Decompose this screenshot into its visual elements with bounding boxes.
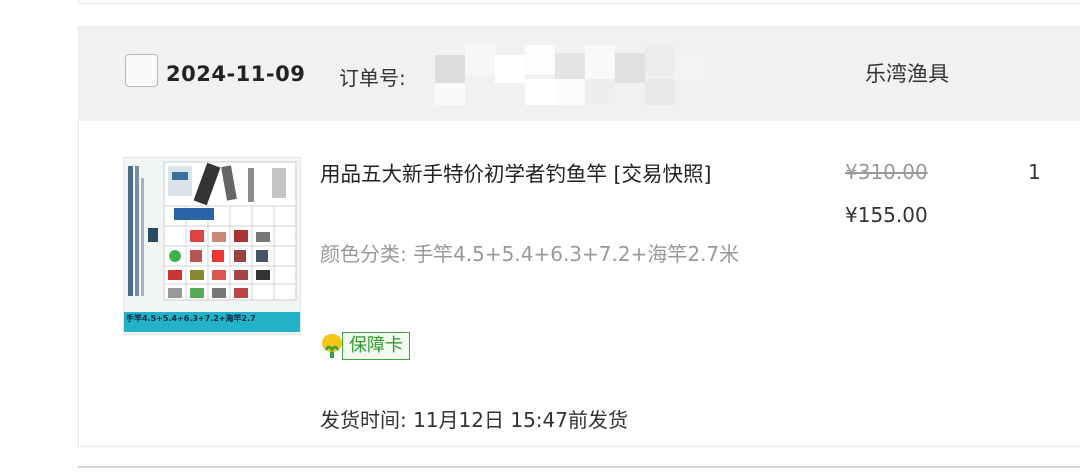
next-order-card — [78, 466, 1080, 472]
order-list-page: 2024-11-09 订单号: 乐湾渔具 手竿4.5+5.4+6.3+7.2+海… — [0, 0, 1080, 472]
shield-leaf-icon — [320, 332, 344, 360]
guarantee-card-badge[interactable]: 保障卡 — [320, 330, 410, 361]
shipping-time: 发货时间: 11月12日 15:47前发货 — [320, 408, 628, 432]
shop-name-link[interactable]: 乐湾渔具 — [865, 58, 949, 88]
order-card: 2024-11-09 订单号: 乐湾渔具 手竿4.5+5.4+6.3+7.2+海… — [78, 26, 1080, 447]
order-number-redacted — [435, 45, 707, 105]
order-header: 2024-11-09 订单号: 乐湾渔具 — [79, 27, 1080, 121]
order-number-label: 订单号: — [339, 66, 406, 90]
product-thumbnail-caption: 手竿4.5+5.4+6.3+7.2+海竿2.7 — [126, 314, 256, 323]
previous-order-card — [78, 0, 1080, 4]
product-spec: 颜色分类: 手竿4.5+5.4+6.3+7.2+海竿2.7米 — [320, 242, 740, 266]
item-quantity: 1 — [1028, 160, 1041, 184]
order-date: 2024-11-09 — [166, 62, 306, 86]
original-price: ¥310.00 — [845, 160, 928, 184]
product-thumbnail[interactable]: 手竿4.5+5.4+6.3+7.2+海竿2.7 — [123, 157, 301, 335]
current-price: ¥155.00 — [845, 203, 928, 227]
order-select-checkbox[interactable] — [125, 54, 158, 87]
product-title-link[interactable]: 用品五大新手特价初学者钓鱼竿 [交易快照] — [320, 160, 790, 189]
guarantee-card-label: 保障卡 — [342, 331, 410, 360]
